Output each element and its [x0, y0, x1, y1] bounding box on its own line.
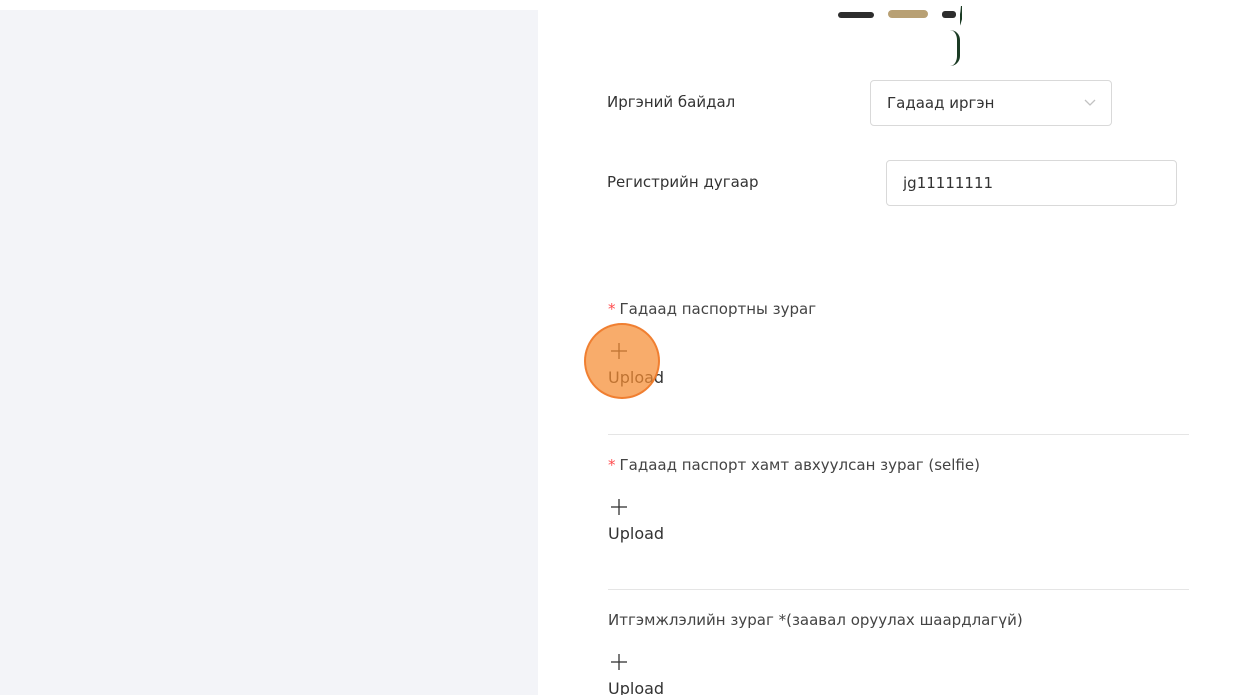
citizenship-selected-value: Гадаад иргэн: [887, 94, 995, 112]
selfie-photo-upload[interactable]: Upload: [608, 498, 698, 552]
photo-border-arc: [950, 30, 960, 66]
photo-fragment: [838, 12, 874, 18]
click-highlight: [584, 323, 660, 399]
upload-label: Upload: [608, 679, 665, 695]
plus-icon: [611, 654, 627, 670]
section-divider: [608, 589, 1189, 590]
passport-photo-title-text: Гадаад паспортны зураг: [619, 300, 817, 318]
passport-photo-title: * Гадаад паспортны зураг: [608, 300, 816, 318]
certificate-photo-title: Итгэмжлэлийн зураг *(заавал оруулах шаар…: [608, 611, 1023, 629]
required-mark: *: [608, 456, 616, 474]
photo-fragment: [888, 10, 928, 18]
register-number-input[interactable]: [886, 160, 1177, 206]
top-strip: [0, 0, 1234, 10]
chevron-down-icon: [1084, 99, 1096, 106]
photo-fragment: [942, 11, 956, 18]
citizenship-label: Иргэний байдал: [607, 93, 736, 111]
register-label: Регистрийн дугаар: [607, 173, 759, 191]
selfie-photo-title-text: Гадаад паспорт хамт авхуулсан зураг (sel…: [619, 456, 980, 474]
profile-photo-preview: [832, 6, 962, 78]
citizenship-select[interactable]: Гадаад иргэн: [870, 80, 1112, 126]
upload-label: Upload: [608, 524, 665, 543]
required-mark: *: [608, 300, 616, 318]
certificate-photo-upload[interactable]: Upload: [608, 653, 698, 695]
page: Иргэний байдал Гадаад иргэн Регистрийн д…: [0, 0, 1234, 695]
selfie-photo-title: * Гадаад паспорт хамт авхуулсан зураг (se…: [608, 456, 980, 474]
section-divider: [608, 434, 1189, 435]
plus-icon: [611, 499, 627, 515]
